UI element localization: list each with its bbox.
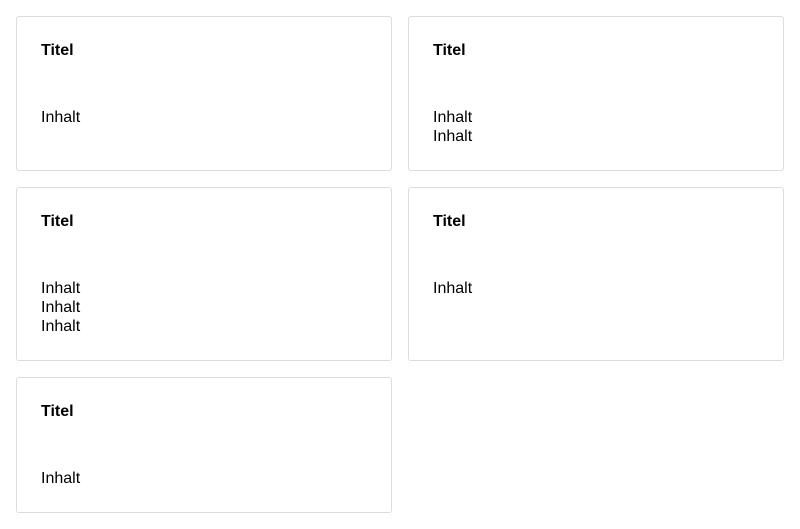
card-title: Titel — [433, 42, 466, 59]
card: Titel Inhalt Inhalt — [408, 16, 784, 171]
card-content-line: Inhalt — [41, 280, 81, 297]
card-content: Inhalt — [41, 108, 80, 127]
card-content-line: Inhalt — [41, 109, 81, 126]
card-content-line: Inhalt — [433, 280, 473, 297]
card: Titel Inhalt Inhalt Inhalt — [16, 187, 392, 361]
card: Titel Inhalt — [408, 187, 784, 361]
card-title: Titel — [433, 213, 466, 230]
card-content-line: Inhalt — [433, 128, 473, 145]
card-title: Titel — [41, 213, 74, 230]
card-content: Inhalt Inhalt — [433, 108, 472, 146]
card-title: Titel — [41, 403, 74, 420]
card: Titel Inhalt — [16, 377, 392, 513]
card-content-line: Inhalt — [433, 109, 473, 126]
card-content-line: Inhalt — [41, 299, 81, 316]
card-grid: Titel Inhalt Titel Inhalt Inhalt Titel I… — [0, 0, 800, 529]
card-content: Inhalt — [433, 279, 472, 298]
card-content-line: Inhalt — [41, 470, 81, 487]
card-content: Inhalt Inhalt Inhalt — [41, 279, 80, 336]
card-content-line: Inhalt — [41, 318, 81, 335]
card-title: Titel — [41, 42, 74, 59]
card-content: Inhalt — [41, 469, 80, 488]
card: Titel Inhalt — [16, 16, 392, 171]
